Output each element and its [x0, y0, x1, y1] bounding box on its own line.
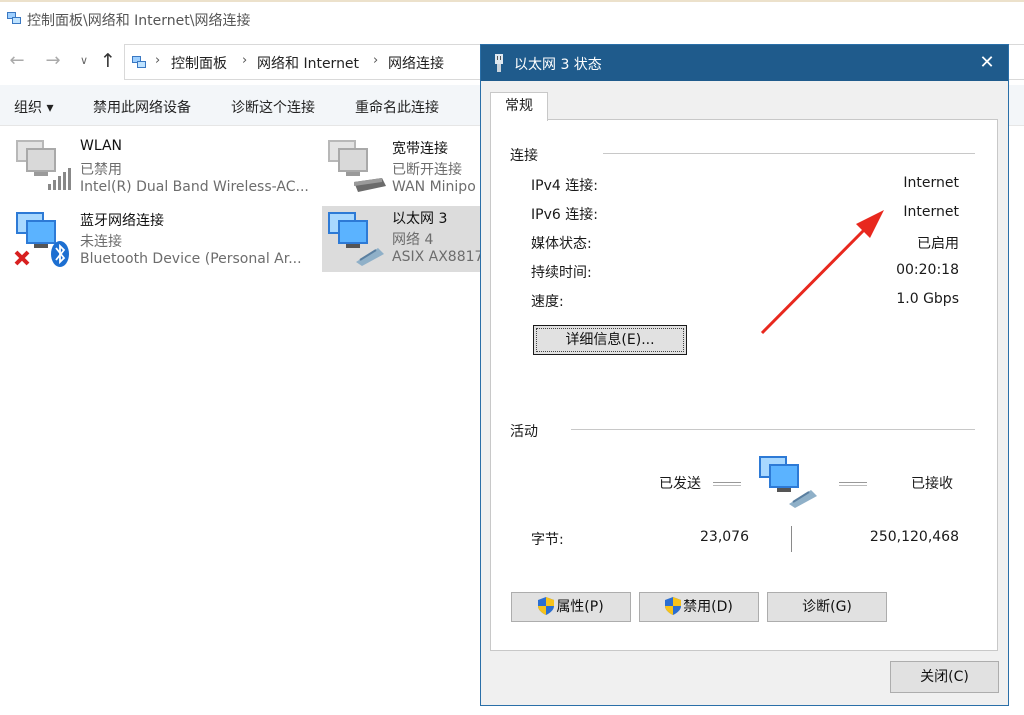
- focus-rectangle: [536, 328, 684, 352]
- tab-general[interactable]: 常规: [490, 92, 548, 121]
- recent-locations-chevron-icon[interactable]: ∨: [73, 50, 95, 72]
- up-arrow-icon[interactable]: ↑: [97, 50, 119, 72]
- connection-item-ethernet-3[interactable]: 以太网 3 网络 4 ASIX AX8817: [322, 206, 480, 272]
- ipv4-label: IPv4 连接:: [531, 178, 598, 194]
- media-state-value: 已启用: [917, 236, 959, 252]
- diagnose-button-label: 诊断(G): [802, 599, 852, 615]
- received-indicator-line: [839, 485, 867, 486]
- close-button-label: 关闭(C): [920, 669, 969, 685]
- bytes-received-value: 250,120,468: [869, 529, 959, 545]
- received-label: 已接收: [911, 476, 953, 492]
- activity-group-label: 活动: [510, 421, 538, 441]
- properties-button-label: 属性(P): [556, 599, 604, 615]
- media-state-label: 媒体状态:: [531, 236, 592, 252]
- ethernet-adapter-icon: [328, 212, 384, 266]
- close-icon[interactable]: ✕: [966, 45, 1008, 81]
- window-title: 控制面板\网络和 Internet\网络连接: [27, 13, 251, 29]
- dialog-title: 以太网 3 状态: [514, 57, 602, 73]
- sent-indicator-line: [713, 482, 741, 483]
- network-activity-icon: [759, 456, 817, 508]
- organize-menu[interactable]: 组织 ▾: [14, 97, 53, 117]
- sent-label: 已发送: [659, 476, 701, 492]
- speed-label: 速度:: [531, 294, 564, 310]
- diagnose-connection-button[interactable]: 诊断这个连接: [231, 97, 315, 117]
- connection-device: Bluetooth Device (Personal Ar...: [80, 251, 302, 267]
- dialog-title-bar: 以太网 3 状态 ✕: [481, 45, 1008, 81]
- breadcrumb-network-internet[interactable]: 网络和 Internet: [257, 53, 359, 73]
- bluetooth-adapter-icon: [14, 212, 69, 267]
- connection-status: 已禁用: [80, 162, 122, 178]
- broadband-modem-icon: [328, 140, 386, 192]
- breadcrumb-chevron-icon[interactable]: ›: [242, 53, 247, 68]
- connection-name: WLAN: [80, 138, 123, 154]
- connection-item-wlan[interactable]: WLAN 已禁用 Intel(R) Dual Band Wireless-AC.…: [14, 136, 314, 196]
- connection-name: 以太网 3: [392, 211, 448, 227]
- disable-device-button[interactable]: 禁用此网络设备: [93, 97, 191, 117]
- ipv4-value: Internet: [903, 175, 959, 191]
- disable-button-label: 禁用(D): [683, 599, 733, 615]
- uac-shield-icon: [665, 597, 682, 615]
- uac-shield-icon: [538, 597, 555, 615]
- ethernet-status-dialog: 以太网 3 状态 ✕ 常规 连接 IPv4 连接: Internet IPv6 …: [480, 44, 1009, 706]
- connection-item-broadband[interactable]: 宽带连接 已断开连接 WAN Minipo: [326, 136, 480, 196]
- breadcrumb-control-panel[interactable]: 控制面板: [171, 53, 227, 73]
- connection-device: ASIX AX8817: [392, 249, 480, 265]
- ethernet-plug-icon: [495, 54, 503, 72]
- sent-indicator-line: [713, 485, 741, 486]
- network-folder-icon: [132, 56, 146, 68]
- connection-device: WAN Minipo: [392, 179, 476, 195]
- breadcrumb-chevron-icon[interactable]: ›: [155, 53, 160, 68]
- ipv6-value: Internet: [903, 204, 959, 220]
- breadcrumb-chevron-icon[interactable]: ›: [373, 53, 378, 68]
- connection-status: 网络 4: [392, 232, 434, 248]
- duration-value: 00:20:18: [896, 262, 959, 278]
- back-arrow-icon[interactable]: ←: [6, 50, 28, 72]
- wlan-adapter-icon: [16, 140, 71, 190]
- connection-status: 已断开连接: [392, 162, 462, 178]
- explorer-title-bar: 控制面板\网络和 Internet\网络连接: [0, 0, 1024, 38]
- close-button[interactable]: 关闭(C): [890, 661, 999, 693]
- bytes-label: 字节:: [531, 532, 564, 548]
- diagnose-button[interactable]: 诊断(G): [767, 592, 887, 622]
- connection-group-label: 连接: [510, 145, 538, 165]
- connection-device: Intel(R) Dual Band Wireless-AC...: [80, 179, 309, 195]
- general-tab-panel: 连接 IPv4 连接: Internet IPv6 连接: Internet 媒…: [490, 119, 998, 651]
- network-folder-icon: [7, 12, 21, 24]
- speed-value: 1.0 Gbps: [896, 291, 959, 307]
- connection-status: 未连接: [80, 234, 122, 250]
- bytes-divider: [791, 526, 792, 552]
- details-button[interactable]: 详细信息(E)...: [533, 325, 687, 355]
- disable-button[interactable]: 禁用(D): [639, 592, 759, 622]
- rename-connection-button[interactable]: 重命名此连接: [355, 97, 439, 117]
- connection-name: 宽带连接: [392, 141, 448, 157]
- bytes-sent-value: 23,076: [700, 529, 749, 545]
- ipv6-label: IPv6 连接:: [531, 207, 598, 223]
- breadcrumb-network-connections[interactable]: 网络连接: [388, 53, 444, 73]
- connection-group-divider: [603, 153, 975, 154]
- connection-item-bluetooth[interactable]: 蓝牙网络连接 未连接 Bluetooth Device (Personal Ar…: [14, 208, 314, 270]
- forward-arrow-icon[interactable]: →: [42, 50, 64, 72]
- connection-name: 蓝牙网络连接: [80, 213, 164, 229]
- window-top-edge: [0, 0, 1024, 2]
- received-indicator-line: [839, 482, 867, 483]
- activity-group-divider: [571, 429, 975, 430]
- properties-button[interactable]: 属性(P): [511, 592, 631, 622]
- duration-label: 持续时间:: [531, 265, 592, 281]
